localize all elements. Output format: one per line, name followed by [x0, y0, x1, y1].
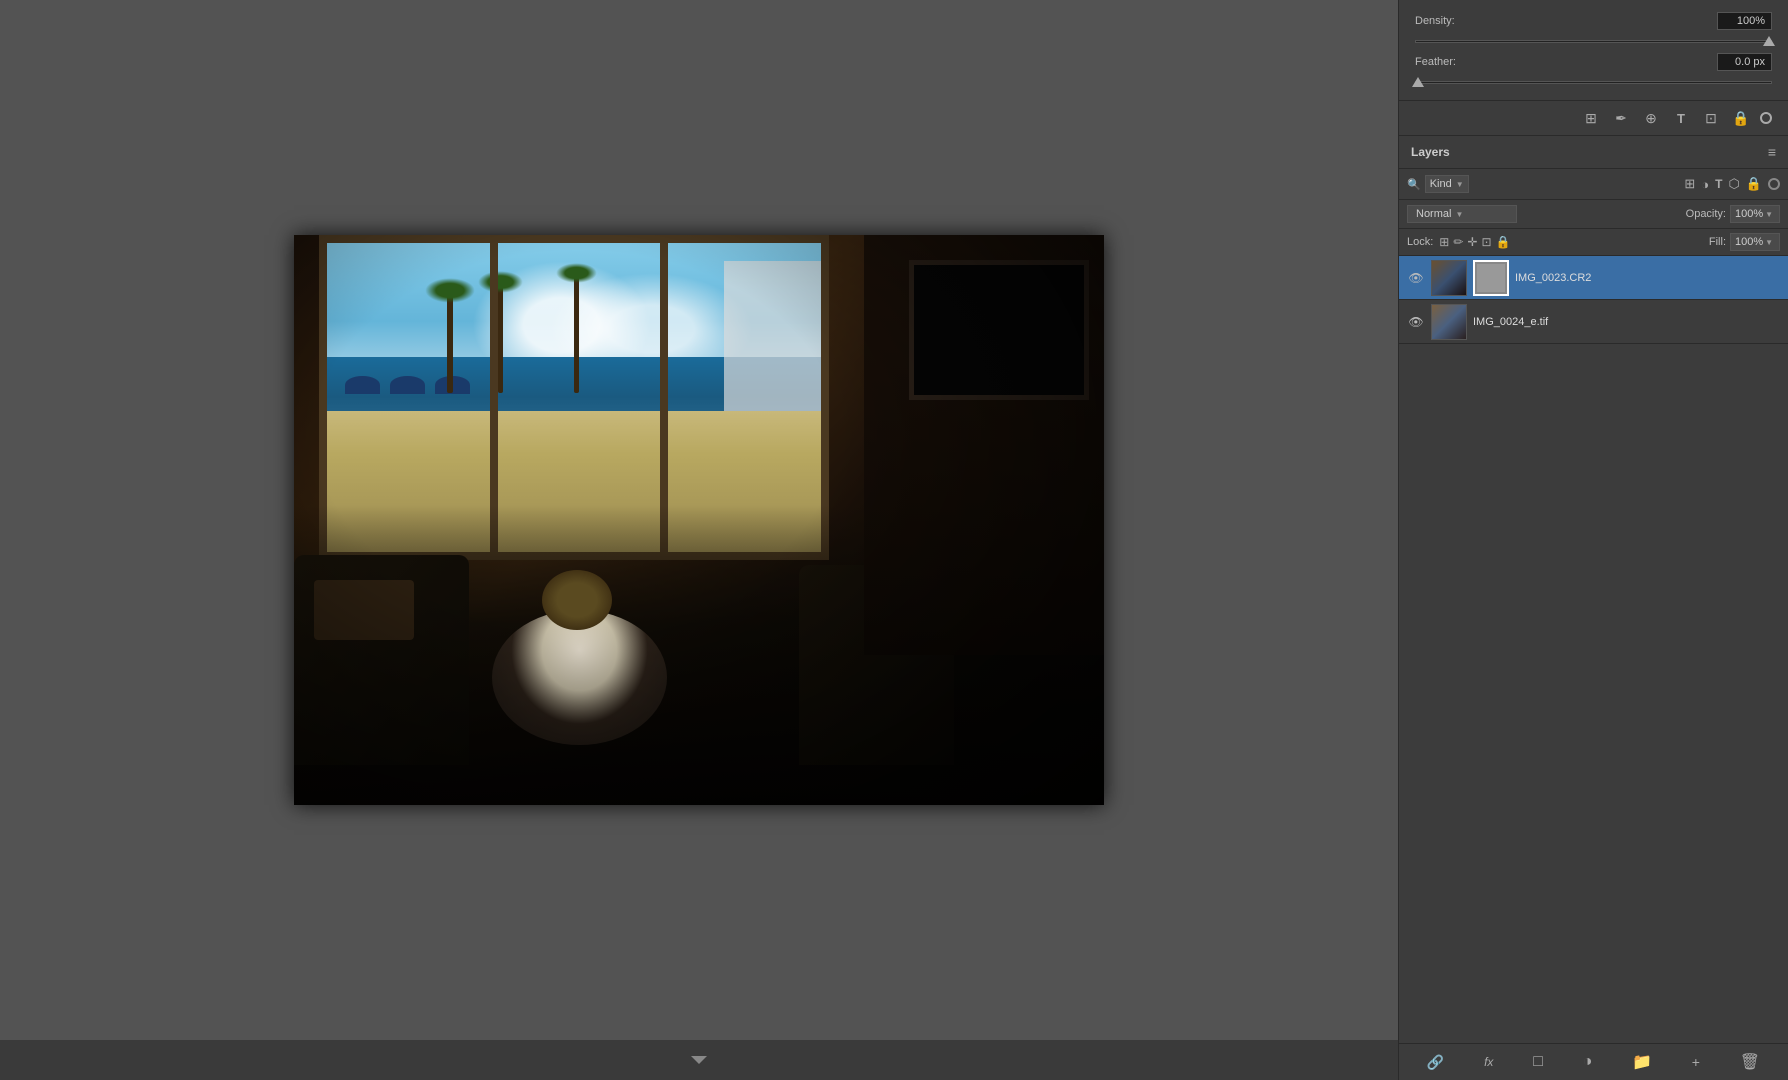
mask-icon[interactable]: □ [1533, 1053, 1543, 1071]
layer-name: IMG_0023.CR2 [1515, 272, 1780, 284]
delete-layer-icon[interactable]: 🗑 [1740, 1052, 1760, 1072]
smart-filter-icon[interactable]: 🔒 [1746, 176, 1762, 192]
fill-value[interactable]: 100% ▼ [1730, 233, 1780, 251]
building [724, 261, 824, 411]
transform-icon[interactable]: ⊡ [1700, 107, 1722, 129]
feather-slider-thumb [1412, 77, 1424, 87]
lock-icons: ⊞ ✏ ✛ ⊡ 🔒 [1439, 235, 1510, 249]
lock-artboard-icon[interactable]: ⊡ [1481, 235, 1491, 249]
density-slider-thumb [1763, 36, 1775, 46]
fill-label: Fill: [1709, 236, 1726, 248]
layers-title: Layers [1411, 145, 1450, 159]
lock-all-icon[interactable]: 🔒 [1496, 235, 1511, 249]
opacity-label: Opacity: [1686, 208, 1726, 220]
lock-transparency-icon[interactable]: ⊞ [1439, 235, 1449, 249]
density-label: Density: [1415, 15, 1455, 27]
adjustment-icon[interactable]: ◑ [1583, 1053, 1593, 1071]
canvas-area [0, 0, 1398, 1080]
lock-paint-icon[interactable]: ✏ [1453, 235, 1463, 249]
target-icon[interactable]: ⊕ [1640, 107, 1662, 129]
layers-menu-icon[interactable]: ≡ [1768, 144, 1776, 160]
lock-move-icon[interactable]: ✛ [1467, 235, 1477, 249]
cabinet [864, 235, 1104, 655]
room-scene [294, 235, 1104, 805]
kind-dropdown[interactable]: Kind ▼ [1425, 175, 1469, 193]
layer-filter-icons: ⊞ ◑ T ⬡ 🔒 [1684, 176, 1780, 192]
layer-filter-row: 🔍 Kind ▼ ⊞ ◑ T ⬡ 🔒 [1399, 169, 1788, 200]
group-icon[interactable]: 📁 [1632, 1052, 1652, 1072]
fill-section: Fill: 100% ▼ [1709, 233, 1780, 251]
layers-header: Layers ≡ [1399, 136, 1788, 169]
filter-toggle[interactable] [1768, 178, 1780, 190]
feather-slider[interactable] [1415, 81, 1772, 84]
layer-name: IMG_0024_e.tif [1473, 316, 1780, 328]
density-value[interactable]: 100% [1717, 12, 1772, 30]
layers-panel: Layers ≡ 🔍 Kind ▼ ⊞ ◑ T ⬡ 🔒 [1399, 136, 1788, 1080]
opacity-dropdown-arrow: ▼ [1765, 210, 1773, 219]
lock-row: Lock: ⊞ ✏ ✛ ⊡ 🔒 Fill: 100% ▼ [1399, 229, 1788, 256]
opacity-section: Opacity: 100% ▼ [1686, 205, 1780, 223]
opacity-value[interactable]: 100% ▼ [1730, 205, 1780, 223]
new-layer-icon[interactable]: + [1692, 1054, 1700, 1070]
center-table [492, 610, 667, 745]
panel-toolbar: ⊞ ✒ ⊕ T ⊡ 🔒 [1399, 101, 1788, 136]
text-icon[interactable]: T [1670, 107, 1692, 129]
circle-icon[interactable] [1760, 112, 1772, 124]
layer-visibility-icon[interactable]: 👁 [1407, 269, 1425, 287]
feather-label: Feather: [1415, 56, 1456, 68]
density-row: Density: 100% [1415, 12, 1772, 30]
lock-label: Lock: [1407, 236, 1433, 248]
fill-dropdown-arrow: ▼ [1765, 238, 1773, 247]
image-canvas [294, 235, 1104, 805]
feather-value[interactable]: 0.0 px [1717, 53, 1772, 71]
lock-icon[interactable]: 🔒 [1730, 107, 1752, 129]
right-panel: Density: 100% Feather: 0.0 px ⊞ ✒ ⊕ T ⊡ … [1398, 0, 1788, 1080]
feather-row: Feather: 0.0 px [1415, 53, 1772, 71]
kind-dropdown-arrow: ▼ [1456, 180, 1464, 189]
pen-icon[interactable]: ✒ [1610, 107, 1632, 129]
layer-thumbnail [1431, 304, 1467, 340]
grid-icon[interactable]: ⊞ [1580, 107, 1602, 129]
chair-left [294, 555, 469, 765]
canvas-wrapper [0, 0, 1398, 1040]
scroll-down-arrow [691, 1056, 707, 1064]
layer-visibility-icon[interactable]: 👁 [1407, 313, 1425, 331]
flowers [542, 570, 612, 630]
type-filter-icon[interactable]: T [1715, 177, 1722, 191]
density-slider[interactable] [1415, 40, 1772, 43]
shape-filter-icon[interactable]: ⬡ [1728, 176, 1739, 192]
kind-label: Kind [1430, 178, 1452, 190]
layers-list: 👁 IMG_0023.CR2 👁 [1399, 256, 1788, 1043]
blend-dropdown-arrow: ▼ [1455, 210, 1463, 219]
blend-mode-dropdown[interactable]: Normal ▼ [1407, 205, 1517, 223]
layer-thumbnail [1431, 260, 1467, 296]
layer-item[interactable]: 👁 IMG_0023.CR2 [1399, 256, 1788, 300]
blend-mode-value: Normal [1416, 208, 1451, 220]
panel-top: Density: 100% Feather: 0.0 px [1399, 0, 1788, 101]
search-icon: 🔍 [1407, 178, 1421, 191]
fx-icon[interactable]: fx [1484, 1055, 1493, 1069]
layers-bottom-toolbar: 🔗 fx □ ◑ 📁 + 🗑 [1399, 1043, 1788, 1080]
layer-mask-thumbnail[interactable] [1473, 260, 1509, 296]
pixel-filter-icon[interactable]: ⊞ [1684, 176, 1695, 192]
link-icon[interactable]: 🔗 [1427, 1054, 1444, 1071]
canvas-scrollbar[interactable] [0, 1040, 1398, 1080]
tv-screen [909, 260, 1089, 400]
blend-mode-row: Normal ▼ Opacity: 100% ▼ [1399, 200, 1788, 229]
adjustment-filter-icon[interactable]: ◑ [1701, 177, 1709, 192]
layer-item[interactable]: 👁 IMG_0024_e.tif [1399, 300, 1788, 344]
